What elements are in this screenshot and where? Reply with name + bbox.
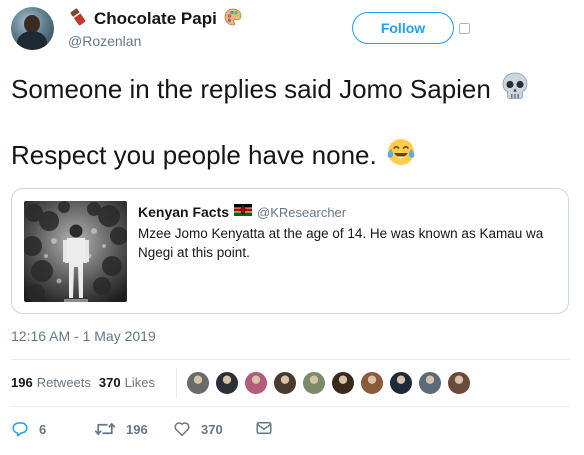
- likers-avatars: [186, 371, 476, 395]
- tweet-timestamp[interactable]: 12:16 AM - 1 May 2019: [11, 328, 156, 344]
- author-handle[interactable]: @Rozenlan: [68, 33, 141, 49]
- tears-of-joy-icon: [385, 136, 417, 175]
- liker-avatar[interactable]: [244, 371, 268, 395]
- liker-avatar[interactable]: [447, 371, 471, 395]
- tweet-line-1-text: Someone in the replies said Jomo Sapien: [11, 74, 491, 104]
- reply-icon: [12, 422, 28, 437]
- likes-label[interactable]: Likes: [125, 375, 155, 390]
- avatar-body: [17, 31, 47, 50]
- divider: [11, 406, 569, 407]
- reply-action[interactable]: 6: [11, 420, 46, 438]
- like-count: 370: [201, 421, 223, 437]
- like-action[interactable]: 370: [173, 420, 223, 438]
- liker-avatar[interactable]: [360, 371, 384, 395]
- quoted-display-name: Kenyan Facts: [138, 204, 230, 220]
- reply-count: 6: [39, 421, 47, 437]
- retweets-count[interactable]: 196: [11, 375, 33, 390]
- more-options-icon[interactable]: [459, 23, 470, 34]
- retweet-action[interactable]: 196: [94, 420, 148, 438]
- liker-avatar[interactable]: [215, 371, 239, 395]
- author-display-name: Chocolate Papi: [94, 9, 217, 28]
- quoted-tweet-card[interactable]: Kenyan Facts @KResearcher Mzee Jomo Keny…: [11, 188, 569, 314]
- liker-avatar[interactable]: [418, 371, 442, 395]
- liker-avatar[interactable]: [302, 371, 326, 395]
- liker-avatar[interactable]: [273, 371, 297, 395]
- follow-button[interactable]: Follow: [352, 12, 454, 44]
- quoted-author-row[interactable]: Kenyan Facts @KResearcher: [138, 203, 346, 221]
- tweet-line-2: Respect you people have none.: [11, 136, 417, 175]
- retweets-label[interactable]: Retweets: [37, 375, 91, 390]
- quoted-tweet-photo[interactable]: [24, 201, 127, 302]
- author-avatar[interactable]: [11, 7, 54, 50]
- direct-message-action[interactable]: [255, 420, 283, 436]
- palette-icon: [223, 7, 243, 32]
- liker-avatar[interactable]: [331, 371, 355, 395]
- kenya-flag-icon: [234, 203, 253, 221]
- quoted-tweet-text: Mzee Jomo Kenyatta at the age of 14. He …: [138, 226, 544, 260]
- tweet-line-1: Someone in the replies said Jomo Sapien: [11, 70, 531, 109]
- retweet-count: 196: [126, 421, 148, 437]
- likes-count[interactable]: 370: [99, 375, 121, 390]
- tweet-line-2-text: Respect you people have none.: [11, 140, 377, 170]
- tweet-actions: 6 196 370: [11, 420, 311, 440]
- author-name-row[interactable]: Chocolate Papi: [68, 8, 243, 30]
- quoted-handle: @KResearcher: [257, 204, 347, 220]
- heart-icon: [174, 422, 190, 437]
- divider: [11, 359, 569, 360]
- tweet-stats: 196 Retweets 370 Likes: [11, 375, 163, 390]
- envelope-icon: [256, 422, 272, 434]
- stats-separator: [176, 368, 177, 398]
- skull-icon: [499, 70, 531, 109]
- liker-avatar[interactable]: [186, 371, 210, 395]
- chocolate-bar-icon: [68, 7, 88, 32]
- liker-avatar[interactable]: [389, 371, 413, 395]
- retweet-icon: [94, 422, 116, 436]
